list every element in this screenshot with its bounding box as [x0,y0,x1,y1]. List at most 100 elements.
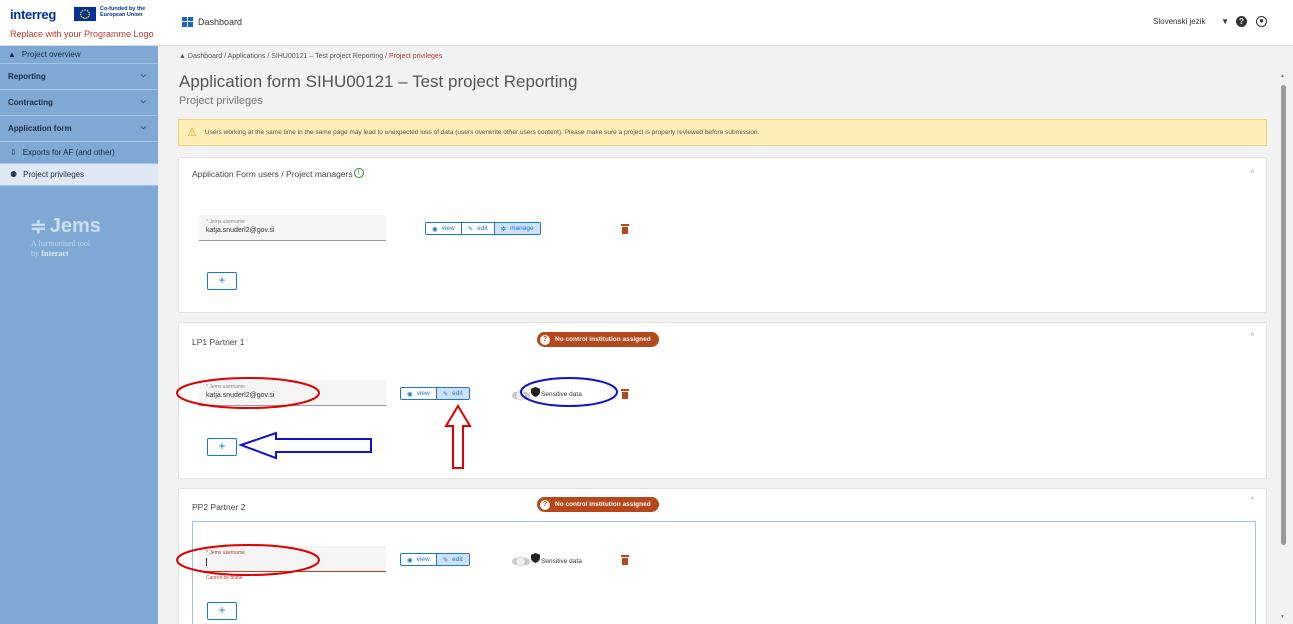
programme-logo[interactable]: interreg Co-funded by the European Union… [8,4,158,44]
breadcrumb-project[interactable]: SIHU00121 – Test project Reporting [271,53,383,60]
sidebar-item-label: Reporting [8,72,46,81]
username-label: * Jems username [206,384,245,390]
permission-edit-label: edit [452,556,463,563]
delete-icon[interactable] [621,224,629,234]
language-value: Slovenski jezik [1153,17,1206,26]
help-icon[interactable]: ? [1236,16,1247,27]
scroll-down-icon[interactable]: ▼ [1280,614,1285,620]
breadcrumb-separator: / [385,53,388,60]
managers-card: Application Form users / Project manager… [178,157,1267,313]
interreg-wordmark: interreg [10,7,57,22]
jems-logo-icon: ≑ [30,216,47,238]
username-field[interactable]: * Jems username katja.snuderl2@gov.si [199,215,386,241]
permission-view-button[interactable]: ◉ view [401,554,437,565]
add-user-button[interactable]: + [207,602,237,620]
sensitive-data-label: Sensitive data [541,558,582,565]
username-value: katja.snuderl2@gov.si [206,227,275,234]
permission-view-button[interactable]: ◉ view [426,223,462,234]
eye-icon: ◉ [432,225,438,233]
sensitive-data-toggle[interactable] [512,391,530,400]
permission-view-button[interactable]: ◉ view [401,388,437,399]
pencil-icon: ✎ [442,390,449,398]
badge-text: No control institution assigned [555,501,651,508]
logo-placeholder-text: Replace with your Programme Logo [10,29,154,39]
sidebar-item-exports[interactable]: ⇩ Exports for AF (and other) [0,142,158,164]
breadcrumb-separator: / [224,53,227,60]
sidebar-item-label: Application form [8,124,72,133]
sidebar: ▲ Project overview Reporting ⌵ Contracti… [0,46,158,624]
collapse-chevron-icon[interactable]: ^ [1251,333,1254,340]
delete-icon[interactable] [621,555,629,565]
collapse-chevron-icon[interactable]: ^ [1251,170,1254,177]
add-user-button[interactable]: + [207,438,237,456]
dashboard-icon [182,17,193,27]
permission-toggle-group: ◉ view ✎ edit ✲ manage [425,222,541,235]
breadcrumb-dashboard[interactable]: Dashboard [188,53,222,60]
chevron-down-icon: ⌵ [140,72,146,79]
info-icon[interactable]: i [353,168,364,178]
username-field[interactable]: * Jems username katja.snuderl2@gov.si [199,380,386,406]
sidebar-item-project-privileges[interactable]: ⚉ Project privileges [0,164,158,186]
section-title: PP2 Partner 2 [192,502,246,512]
language-select[interactable]: Slovenski jezik ▼ [1153,17,1229,26]
sidebar-item-label: Project privileges [23,170,85,179]
dashboard-label: Dashboard [198,17,243,27]
sidebar-item-project-overview[interactable]: ▲ Project overview [0,46,158,64]
jems-tagline-interact: Interact [41,249,69,258]
warning-icon: ⚠ [187,127,197,139]
sensitive-data-label: Sensitive data [541,391,582,398]
dashboard-link[interactable]: Dashboard [182,17,242,27]
sidebar-item-application-form[interactable]: Application form ⌵ [0,116,158,142]
sidebar-item-contracting[interactable]: Contracting ⌵ [0,90,158,116]
users-icon: ⚉ [10,170,18,179]
eu-flag-icon [74,7,96,21]
permission-edit-label: edit [477,225,488,232]
username-value: katja.snuderl2@gov.si [206,392,275,399]
question-icon: ? [540,334,550,345]
warning-text: Users working at the same time in the sa… [204,129,760,136]
add-user-button[interactable]: + [207,272,237,290]
dropdown-arrow-icon: ▼ [1221,17,1229,26]
cofunded-text: Co-funded by the European Union [100,6,146,18]
sensitive-data-toggle[interactable] [512,557,530,566]
permission-edit-button[interactable]: ✎ edit [436,554,469,565]
scrollbar-thumb[interactable] [1281,85,1286,545]
breadcrumb-applications[interactable]: Applications [228,53,266,60]
breadcrumb-separator: / [267,53,270,60]
question-icon: ? [540,499,550,510]
user-account-icon[interactable]: ● [1256,16,1267,27]
permission-view-label: view [416,556,430,563]
shield-icon [531,387,540,397]
permission-view-label: view [441,225,455,232]
text-cursor [206,558,207,566]
permission-toggle-group: ◉ view ✎ edit [400,387,470,400]
partner-users-panel [192,521,1256,624]
page-scrollbar[interactable]: ▲ ▼ [1280,70,1287,624]
section-title-text: Application Form users / Project manager… [192,169,353,179]
section-title: Application Form users / Project manager… [192,168,364,179]
home-icon: ▲ [8,50,16,59]
chevron-down-icon: ⌵ [140,124,146,131]
lp1-partner-card: LP1 Partner 1 ^ ? No control institution… [178,322,1267,479]
pencil-icon: ✎ [442,556,449,564]
username-field[interactable]: * Jems username [199,546,386,572]
jems-tagline: A harmonised tool [31,239,91,248]
sidebar-item-reporting[interactable]: Reporting ⌵ [0,64,158,90]
permission-edit-button[interactable]: ✎ edit [436,388,469,399]
top-bar: interreg Co-funded by the European Union… [0,0,1293,46]
scroll-up-icon[interactable]: ▲ [1280,73,1285,79]
pp2-partner-card: PP2 Partner 2 ^ ? No control institution… [178,488,1267,624]
permission-edit-button[interactable]: ✎ edit [461,223,495,234]
delete-icon[interactable] [621,389,629,399]
permission-manage-button[interactable]: ✲ manage [494,223,540,234]
page-title: Application form SIHU00121 – Test projec… [179,72,578,91]
jems-wordmark: Jems [49,215,101,237]
download-icon: ⇩ [10,148,17,157]
home-icon[interactable]: ▲ [179,53,186,60]
status-badge: ? No control institution assigned [537,332,659,347]
jems-brand: ≑ Jems A harmonised tool by Interact [30,214,101,259]
section-title: LP1 Partner 1 [192,337,245,347]
sidebar-item-label: Exports for AF (and other) [22,148,115,157]
permission-view-label: view [416,390,430,397]
collapse-chevron-icon[interactable]: ^ [1251,497,1254,504]
